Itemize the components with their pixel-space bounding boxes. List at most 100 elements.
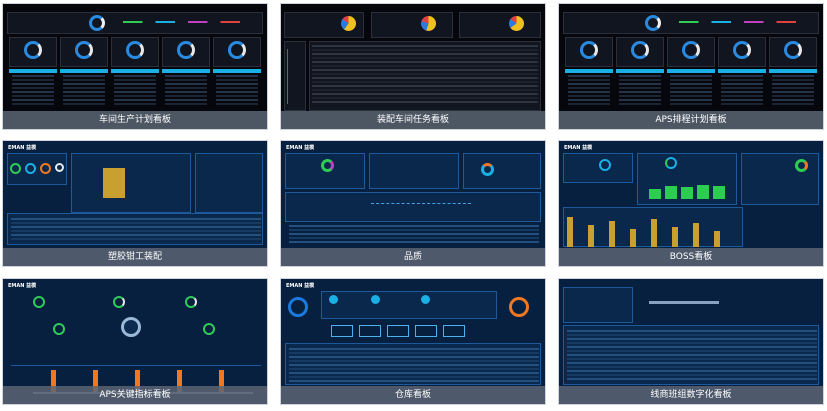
list-row <box>721 99 763 101</box>
list-row <box>670 87 712 89</box>
bar <box>609 221 615 247</box>
storage-box <box>387 325 409 337</box>
table-row <box>312 57 538 59</box>
dashboard-thumbnail-1[interactable]: 车间生产计划看板 <box>3 4 267 129</box>
list-row <box>772 75 814 77</box>
table-row <box>11 238 261 240</box>
list-row <box>721 95 763 97</box>
table-row <box>11 226 261 228</box>
table-row <box>11 222 261 224</box>
ring-indicator <box>177 41 195 59</box>
storage-box <box>359 325 381 337</box>
list-row <box>12 91 54 93</box>
ring-indicator <box>580 41 598 59</box>
table-row <box>289 372 539 374</box>
table-row <box>567 358 817 360</box>
ring-indicator <box>203 323 215 335</box>
table-row <box>567 330 817 332</box>
tile-caption: 车间生产计划看板 <box>3 111 267 129</box>
ring-indicator <box>228 41 246 59</box>
list-row <box>12 95 54 97</box>
table-row <box>312 49 538 51</box>
ring-indicator <box>682 41 700 59</box>
list-row <box>63 79 105 81</box>
list-row <box>63 75 105 77</box>
ring-indicator <box>599 159 611 171</box>
legend-strip <box>679 21 809 23</box>
dashboard-thumbnail-3[interactable]: APS排程计划看板 <box>559 4 823 129</box>
list-row <box>670 91 712 93</box>
dashboard-thumbnail-5[interactable]: EMAN 益模 品质 <box>281 141 545 266</box>
table-row <box>312 101 538 103</box>
ring-indicator <box>75 41 93 59</box>
list-row <box>165 83 207 85</box>
column-header <box>213 69 261 73</box>
list-row <box>772 91 814 93</box>
table-row <box>11 230 261 232</box>
column-header <box>616 69 664 73</box>
list-row <box>619 91 661 93</box>
list-row <box>721 91 763 93</box>
bar <box>630 229 636 247</box>
list-row <box>670 99 712 101</box>
brand-logo: EMAN 益模 <box>564 145 593 151</box>
list-row <box>670 83 712 85</box>
column-header <box>769 69 817 73</box>
list-row <box>619 79 661 81</box>
list-row <box>12 75 54 77</box>
list-row <box>772 83 814 85</box>
dashboard-thumbnail-4[interactable]: EMAN 益模 塑胶钳工装配 <box>3 141 267 266</box>
table-row <box>289 233 539 235</box>
ring-indicator <box>40 163 51 174</box>
storage-box <box>443 325 465 337</box>
chart-panel-right <box>459 12 541 38</box>
bar <box>567 217 573 247</box>
column-header <box>718 69 766 73</box>
list-row <box>165 95 207 97</box>
list-row <box>216 87 258 89</box>
stat-dot <box>371 295 380 304</box>
list-row <box>772 79 814 81</box>
list-row <box>63 83 105 85</box>
table-row <box>289 237 539 239</box>
stats-panel <box>563 153 633 183</box>
tile-caption: 仓库看板 <box>281 386 545 404</box>
ring-indicator <box>481 163 494 176</box>
progress-ring <box>89 15 105 31</box>
list-row <box>114 87 156 89</box>
list-row <box>568 91 610 93</box>
list-row <box>568 83 610 85</box>
table-row <box>289 356 539 358</box>
header-panel <box>7 12 263 34</box>
table-row <box>312 93 538 95</box>
dashboard-thumbnail-6[interactable]: EMAN 益模 BOSS看板 <box>559 141 823 266</box>
tile-caption: 塑胶钳工装配 <box>3 248 267 266</box>
list-row <box>12 83 54 85</box>
stat-dot <box>329 295 338 304</box>
legend-strip <box>123 21 253 23</box>
list-row <box>721 83 763 85</box>
table-row <box>567 370 817 372</box>
column-header <box>111 69 159 73</box>
tile-caption: 品质 <box>281 248 545 266</box>
progress-ring <box>645 15 661 31</box>
dashboard-thumbnail-8[interactable]: EMAN 益模 仓库看板 <box>281 279 545 404</box>
table-row <box>567 362 817 364</box>
list-row <box>165 103 207 105</box>
list-row <box>63 91 105 93</box>
side-panel <box>741 153 819 205</box>
list-row <box>216 91 258 93</box>
ring-indicator <box>10 163 21 174</box>
tile-caption: 线商班组数字化看板 <box>559 386 823 404</box>
ring-indicator <box>53 323 65 335</box>
table-row <box>289 360 539 362</box>
ring-indicator <box>24 41 42 59</box>
ring-indicator <box>288 297 308 317</box>
tile-caption: APS关键指标看板 <box>3 386 267 404</box>
list-row <box>619 87 661 89</box>
table-row <box>289 352 539 354</box>
pie-chart <box>509 16 524 31</box>
dashboard-thumbnail-2[interactable]: 装配车间任务看板 <box>281 4 545 129</box>
dashboard-thumbnail-7[interactable]: EMAN 益模 APS关键指标看板 <box>3 279 267 404</box>
dashboard-thumbnail-9[interactable]: 线商班组数字化看板 <box>559 279 823 404</box>
